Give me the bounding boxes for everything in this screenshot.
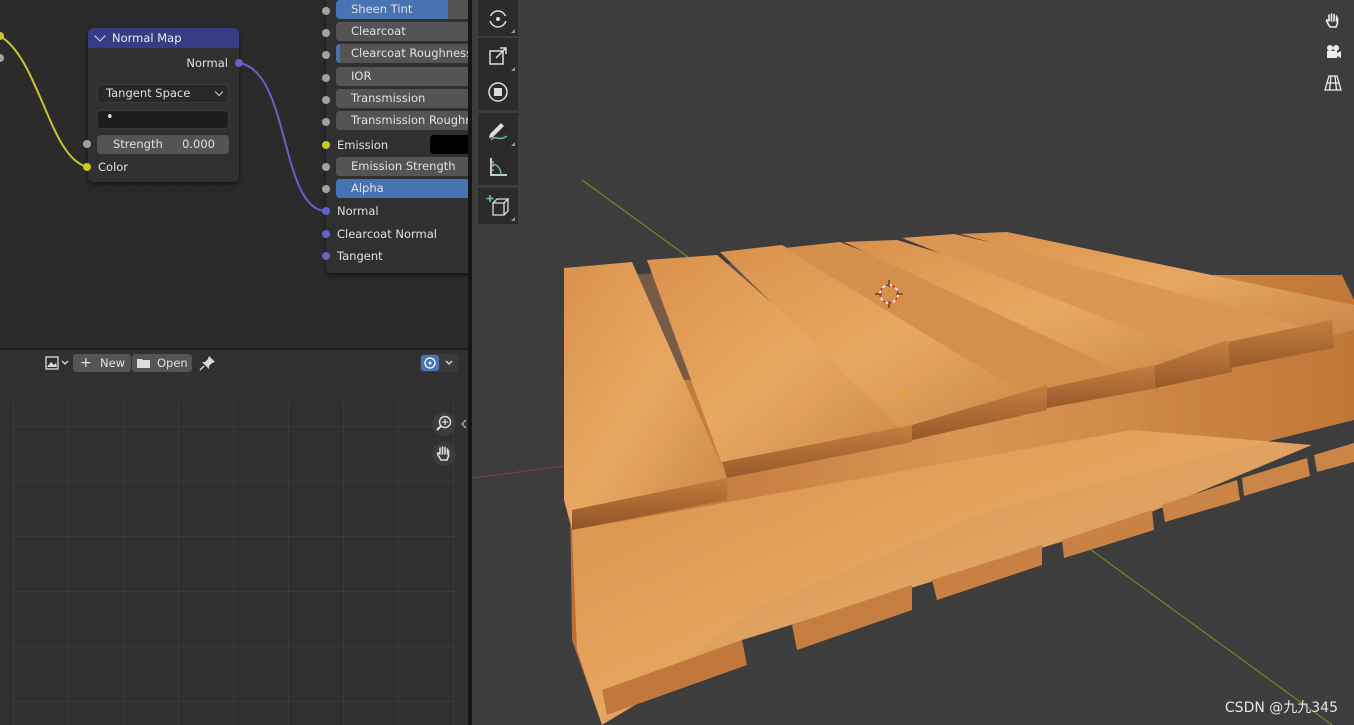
strength-socket[interactable] [83,140,91,148]
property-field[interactable]: IOR [336,66,468,86]
property-socket[interactable] [322,7,330,15]
strength-slider[interactable]: Strength 0.000 [97,135,229,154]
property-label: IOR [351,68,372,83]
property-label: Clearcoat [351,24,406,39]
image-canvas[interactable] [13,402,456,725]
normal-input-label: Normal [337,204,379,218]
emission-color-swatch[interactable] [430,135,468,154]
alpha-socket[interactable] [322,185,330,193]
new-label: New [100,356,126,370]
chevron-down-icon [214,87,224,97]
property-socket[interactable] [322,118,330,126]
emission-strength-field[interactable]: Emission Strength [336,157,468,176]
add-cube-tool[interactable] [478,188,518,224]
color-link [0,35,89,168]
uv-map-value: • [106,110,114,125]
image-editor-header: + New Open [0,350,468,376]
hand-pan-icon [1325,13,1339,28]
annotate-tool[interactable] [478,113,518,149]
rotate-tool[interactable] [478,0,518,36]
gizmo-toggle[interactable] [420,354,458,372]
open-label: Open [157,356,188,370]
clearcoat-normal-label: Clearcoat Normal [337,227,438,241]
pan-view-button[interactable] [1320,8,1346,34]
node-header[interactable]: Normal Map [88,28,239,48]
transform-icon [488,82,508,102]
perspective-toggle-button[interactable] [1320,70,1346,96]
hand-icon [436,446,450,461]
space-dropdown[interactable]: Tangent Space [97,84,229,103]
scale-tool[interactable] [478,38,518,74]
perspective-grid-icon [1324,75,1342,91]
space-value: Tangent Space [106,86,191,100]
property-field[interactable]: Clearcoat Roughness [336,44,468,64]
property-socket[interactable] [322,73,330,82]
new-image-button[interactable]: + New [73,354,131,372]
collapse-chevron-icon[interactable] [94,30,106,42]
watermark: CSDN @九九345 [1224,700,1338,716]
scene-render [472,179,1354,725]
emission-socket[interactable] [322,141,330,149]
open-image-button[interactable]: Open [132,354,192,372]
property-socket[interactable] [322,95,330,104]
property-socket[interactable] [322,51,330,60]
tangent-label: Tangent [337,249,383,263]
normal-input-socket[interactable] [322,207,330,215]
normal-link [238,62,327,212]
transform-tool[interactable] [478,74,518,110]
plus-icon: + [80,355,92,371]
alpha-field[interactable]: Alpha [336,179,468,198]
3d-viewport[interactable]: CSDN @九九345 [472,0,1354,725]
image-editor-icon [45,356,69,370]
pin-icon [199,356,215,371]
color-input-label: Color [98,160,129,174]
measure-tool[interactable] [478,149,518,185]
tangent-socket[interactable] [322,252,330,260]
property-field[interactable]: Transmission [336,88,468,108]
scale-icon [489,47,507,65]
node-title: Normal Map [112,31,182,45]
object-origin [900,391,906,397]
annotate-icon [489,123,508,141]
property-field[interactable]: Clearcoat [336,22,468,42]
measure-icon [490,158,507,176]
property-label: Transmission [351,90,426,105]
zoom-button[interactable] [432,412,456,436]
emission-strength-label: Emission Strength [351,159,456,173]
shader-node-editor[interactable]: Normal Map Normal Tangent Space • Streng… [0,0,468,348]
emission-label: Emission [337,138,389,152]
property-field[interactable]: Sheen Tint [336,0,468,19]
clearcoat-normal-socket[interactable] [322,230,330,238]
add-cube-icon [486,195,510,216]
image-editor[interactable]: + New Open [0,350,468,725]
property-label: Clearcoat Roughness [351,46,468,61]
strength-value: 0.000 [182,137,215,151]
normal-output-socket[interactable] [235,59,243,67]
pin-button[interactable] [198,354,218,372]
camera-icon [1327,45,1341,58]
strength-label: Strength [113,137,163,151]
zoom-icon [436,415,452,431]
property-label: Transmission Roughness [351,113,468,127]
normal-map-node[interactable]: Normal Map Normal Tangent Space • Streng… [83,28,243,182]
alpha-label: Alpha [351,181,384,195]
editor-type-button[interactable] [42,354,72,372]
property-label: Sheen Tint [351,2,413,16]
property-fill-bar [336,44,341,64]
folder-icon [137,359,150,368]
gizmo-icon [421,355,453,371]
camera-view-button[interactable] [1320,39,1346,65]
property-field[interactable]: Transmission Roughness [336,111,468,130]
color-input-socket[interactable] [83,163,91,171]
uv-map-field[interactable]: • [97,110,229,129]
property-socket[interactable] [322,29,330,38]
principled-bsdf-node[interactable]: Sheen Tint Clearcoat Clearcoat Roughness IO… [322,0,468,273]
emission-strength-socket[interactable] [322,163,330,171]
output-normal-label: Normal [186,56,228,70]
pan-button[interactable] [432,442,456,466]
rotate-view-icon [488,10,508,28]
